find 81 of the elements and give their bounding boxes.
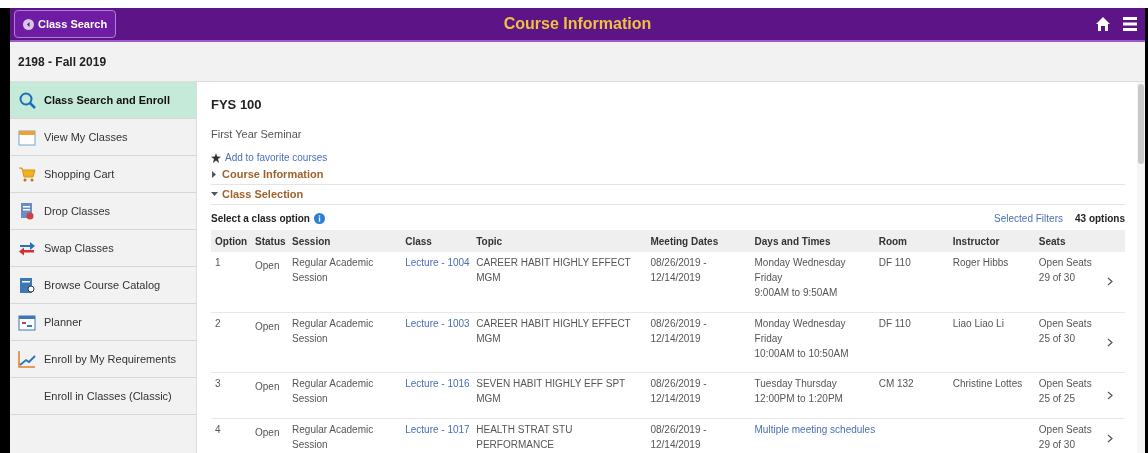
column-header: Class xyxy=(405,235,432,247)
class-link[interactable]: Lecture - 1003 xyxy=(405,317,470,329)
table-cell: Open xyxy=(255,320,280,332)
table-cell: 3 xyxy=(215,377,221,389)
line-chart-icon xyxy=(18,350,36,368)
table-cell: Roger Hibbs xyxy=(952,257,1009,268)
column-header: Days and Times xyxy=(754,235,831,247)
table-cell: Open xyxy=(255,426,280,438)
favorite-link[interactable]: Add to favorite courses xyxy=(225,150,328,165)
sidebar-item[interactable]: Class Search and Enroll xyxy=(10,82,196,119)
class-link[interactable]: Lecture - 1004 xyxy=(405,257,470,268)
table-cell: 4 xyxy=(215,423,221,435)
table-cell: Open xyxy=(255,380,280,392)
column-header: Instructor xyxy=(952,235,1000,247)
chevron-right-icon[interactable] xyxy=(1106,277,1113,287)
table-cell: Regular Academic Session xyxy=(292,377,374,404)
table-cell: Open xyxy=(255,260,280,271)
column-header: Meeting Dates xyxy=(650,235,719,247)
table-cell: Open Seats 29 of 30 xyxy=(1038,423,1092,450)
table-cell: 08/26/2019 - 12/14/2019 xyxy=(650,257,707,283)
magnifier-icon xyxy=(18,91,36,109)
table-cell: Christine Lottes xyxy=(952,377,1023,389)
table-cell: CM 132 xyxy=(878,377,914,389)
table-cell: DF 110 xyxy=(878,317,911,329)
table-cell-text: Monday Wednesday Friday 9:00AM to 9:50AM xyxy=(754,256,847,300)
table-cell: DF 110 xyxy=(878,257,911,268)
table-cell: 08/26/2019 - 12/14/2019 xyxy=(650,317,707,344)
scrollbar-thumb[interactable] xyxy=(1138,84,1144,164)
class-link[interactable]: Lecture - 1016 xyxy=(405,377,470,389)
table-cell: Regular Academic Session xyxy=(292,423,374,450)
star-icon xyxy=(211,152,221,163)
home-icon[interactable] xyxy=(1095,16,1111,32)
column-header: Seats xyxy=(1038,235,1066,247)
select-prompt: Select a class option xyxy=(211,211,310,226)
table-cell: CAREER HABIT HIGHLY EFFECT MGM xyxy=(476,257,631,283)
table-cell-text: Monday Wednesday Friday 10:00AM to 10:50AM xyxy=(754,316,850,361)
chevron-right-icon[interactable] xyxy=(1106,433,1113,443)
table-cell: 2 xyxy=(215,317,221,329)
caret-down-icon xyxy=(211,191,218,198)
chevron-right-icon[interactable] xyxy=(1106,390,1113,400)
planner-icon xyxy=(18,313,36,331)
chevron-right-icon[interactable] xyxy=(1106,337,1113,347)
table-cell: Open Seats 25 of 30 xyxy=(1038,317,1092,344)
column-header: Room xyxy=(878,235,907,247)
scrollbar[interactable] xyxy=(1137,82,1145,453)
table-cell: HEALTH STRAT STU PERFORMANCE xyxy=(476,423,573,450)
table-cell: SEVEN HABIT HIGHLY EFF SPT MGM xyxy=(476,377,625,404)
table-cell: Regular Academic Session xyxy=(292,317,374,344)
back-button[interactable]: Class Search xyxy=(14,10,117,38)
course-name: First Year Seminar xyxy=(211,126,303,142)
document-icon xyxy=(18,202,36,220)
column-header: Session xyxy=(292,235,331,247)
section-toggle[interactable]: Course Information xyxy=(211,165,1125,185)
table-cell: Open Seats 25 of 25 xyxy=(1038,377,1092,404)
caret-right-icon xyxy=(211,171,218,178)
options-count: 43 options xyxy=(1075,211,1125,226)
cart-icon xyxy=(18,165,36,183)
swap-arrows-icon xyxy=(18,239,36,257)
table-cell: Liao Liao Li xyxy=(952,317,1004,329)
section-toggle[interactable]: Class Selection xyxy=(211,185,1125,205)
table-cell: Regular Academic Session xyxy=(292,257,374,283)
course-code: FYS 100 xyxy=(211,96,263,114)
calendar-icon xyxy=(18,128,36,146)
table-cell: CAREER HABIT HIGHLY EFFECT MGM xyxy=(476,317,631,344)
catalog-icon xyxy=(18,276,36,294)
page-title: Course Information xyxy=(502,14,653,34)
menu-icon[interactable] xyxy=(1123,16,1137,32)
selected-filters-link[interactable]: Selected Filters xyxy=(994,210,1063,226)
term-label: 2198 - Fall 2019 xyxy=(18,53,107,71)
table-cell: 08/26/2019 - 12/14/2019 xyxy=(650,377,707,404)
table-cell: 08/26/2019 - 12/14/2019 xyxy=(650,423,707,450)
schedule-link[interactable]: Multiple meeting schedules xyxy=(754,423,876,435)
column-header: Topic xyxy=(476,235,503,247)
column-header: Option xyxy=(215,235,248,247)
table-cell-text: Tuesday Thursday 12:00PM to 1:20PM xyxy=(754,376,844,406)
back-icon xyxy=(23,18,34,30)
table-cell: Open Seats 29 of 30 xyxy=(1038,257,1092,283)
class-link[interactable]: Lecture - 1017 xyxy=(405,423,470,435)
table-cell: 1 xyxy=(215,257,221,268)
column-header: Status xyxy=(255,235,286,247)
info-icon[interactable] xyxy=(313,212,325,224)
